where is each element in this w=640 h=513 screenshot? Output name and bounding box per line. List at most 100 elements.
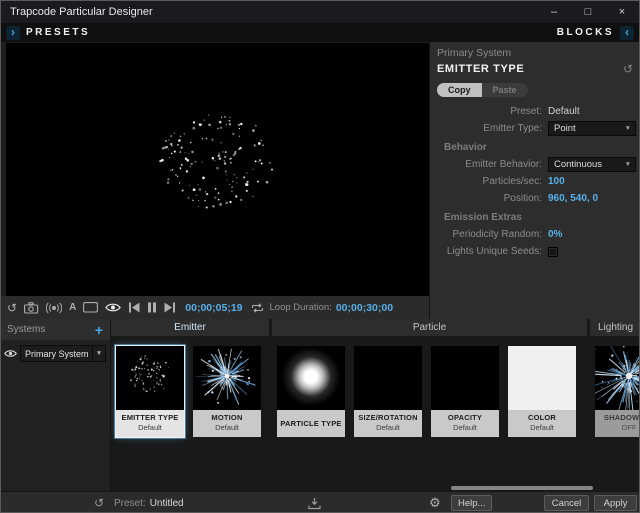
block-color-thumbnail xyxy=(508,346,576,410)
settings-button[interactable]: ⚙ xyxy=(429,492,441,513)
block-emitter-type-thumbnail xyxy=(116,346,184,410)
current-timecode[interactable]: 00;00;05;19 xyxy=(185,302,242,314)
chevron-down-icon: ▼ xyxy=(621,125,635,132)
block-size-rotation[interactable]: SIZE/ROTATION Default xyxy=(354,346,422,437)
block-shadowlet-thumbnail xyxy=(595,346,640,410)
block-emitter-type[interactable]: EMITTER TYPE Default xyxy=(116,346,184,437)
maximize-icon: □ xyxy=(585,6,592,18)
emitter-type-dropdown[interactable]: Point ▼ xyxy=(548,121,636,136)
copy-button[interactable]: Copy xyxy=(437,83,482,97)
block-title: COLOR xyxy=(508,413,576,422)
prev-frame-button[interactable] xyxy=(128,302,140,313)
blocks-label: BLOCKS xyxy=(557,27,614,38)
emitter-behavior-value: Continuous xyxy=(554,159,602,170)
inspector-panel: Primary System EMITTER TYPE ↺ Copy Paste… xyxy=(429,42,640,319)
block-motion[interactable]: MOTION Default xyxy=(193,346,261,437)
block-subtitle: Default xyxy=(116,423,184,432)
group-label-emitter: Emitter xyxy=(174,322,206,333)
window-title: Trapcode Particular Designer xyxy=(10,6,153,18)
add-system-button[interactable]: + xyxy=(95,323,103,337)
paste-button[interactable]: Paste xyxy=(482,83,528,97)
next-frame-button[interactable] xyxy=(164,302,176,313)
emitter-behavior-dropdown[interactable]: Continuous ▼ xyxy=(548,157,636,172)
periodicity-random-value[interactable]: 0% xyxy=(548,229,562,240)
visibility-button[interactable] xyxy=(105,302,121,313)
save-preset-button[interactable] xyxy=(307,492,322,513)
apply-button[interactable]: Apply xyxy=(594,495,637,511)
position-label: Position: xyxy=(430,193,548,204)
block-subtitle: Default xyxy=(193,423,261,432)
refresh-button[interactable]: ↺ xyxy=(7,302,17,314)
loop-toggle-button[interactable] xyxy=(250,302,265,314)
loop-duration-value[interactable]: 00;00;30;00 xyxy=(336,302,393,314)
blocks-button[interactable]: BLOCKS ‹ xyxy=(557,26,634,40)
app-window: Trapcode Particular Designer – □ × › PRE… xyxy=(0,0,640,513)
block-color[interactable]: COLOR Default xyxy=(508,346,576,437)
chevron-left-icon: ‹ xyxy=(620,26,634,40)
pause-icon xyxy=(147,302,157,313)
footer-preset-value[interactable]: Untitled xyxy=(150,498,184,509)
playback-toolbar: ↺ A 00;00;05;19 Loop Duration: 00;00;30;… xyxy=(1,296,429,319)
cancel-button[interactable]: Cancel xyxy=(544,495,589,511)
preset-name: Preset: Untitled xyxy=(114,492,184,513)
presets-label: PRESETS xyxy=(26,27,90,38)
block-particle-type[interactable]: PARTICLE TYPE xyxy=(277,346,345,437)
emission-extras-section-header: Emission Extras xyxy=(444,212,640,223)
chevron-down-icon: ▼ xyxy=(621,161,635,168)
block-label: COLOR Default xyxy=(508,410,576,437)
lights-unique-seeds-label: Lights Unique Seeds: xyxy=(430,246,548,257)
systems-title: Systems xyxy=(7,324,45,335)
loop-duration-label: Loop Duration: xyxy=(270,302,332,313)
block-group-lighting: Lighting SHADOWLET OFF xyxy=(590,319,640,491)
systems-panel: Systems + Primary System ▼ xyxy=(1,319,111,491)
help-button[interactable]: Help... xyxy=(451,495,492,511)
system-select-dropdown[interactable]: Primary System ▼ xyxy=(20,345,106,362)
footer-bar: ↺ Preset: Untitled ⚙ Help... Cancel Appl… xyxy=(1,491,640,513)
group-header-lighting[interactable]: Lighting xyxy=(590,319,640,336)
copy-paste-segment: Copy Paste xyxy=(437,83,528,97)
emitter-type-label: Emitter Type: xyxy=(430,123,548,134)
display-button[interactable] xyxy=(83,302,98,313)
block-shadowlet[interactable]: SHADOWLET OFF xyxy=(595,346,640,437)
minimize-icon: – xyxy=(551,6,557,18)
maximize-button[interactable]: □ xyxy=(571,1,605,23)
footer-preset-label: Preset: xyxy=(114,498,146,509)
particles-sec-value[interactable]: 100 xyxy=(548,176,565,187)
close-icon: × xyxy=(619,6,625,18)
minimize-button[interactable]: – xyxy=(537,1,571,23)
loop-icon xyxy=(250,302,265,314)
refresh-icon: ↺ xyxy=(7,302,17,314)
window-controls: – □ × xyxy=(537,1,639,23)
preset-label: Preset: xyxy=(430,106,548,117)
system-visibility-toggle[interactable] xyxy=(4,349,17,358)
reset-preset-button[interactable]: ↺ xyxy=(94,492,104,513)
action-safe-button[interactable]: A xyxy=(69,302,76,313)
block-title: SHADOWLET xyxy=(595,413,640,422)
presets-button[interactable]: › PRESETS xyxy=(6,26,90,40)
reset-block-button[interactable]: ↺ xyxy=(623,62,633,76)
block-label: MOTION Default xyxy=(193,410,261,437)
camera-icon xyxy=(24,302,39,314)
close-button[interactable]: × xyxy=(605,1,639,23)
group-header-emitter[interactable]: Emitter xyxy=(111,319,269,336)
chevron-right-icon: › xyxy=(6,26,20,40)
preset-value[interactable]: Default xyxy=(548,106,580,117)
block-size-rotation-thumbnail xyxy=(354,346,422,410)
group-header-particle[interactable]: Particle xyxy=(272,319,587,336)
horizontal-scrollbar[interactable] xyxy=(451,486,593,490)
pause-button[interactable] xyxy=(147,302,157,313)
motion-blur-button[interactable] xyxy=(46,302,62,314)
block-title: EMITTER TYPE xyxy=(116,413,184,422)
emitter-behavior-label: Emitter Behavior: xyxy=(430,159,548,170)
preview-viewport[interactable] xyxy=(6,43,429,296)
block-label: OPACITY Default xyxy=(431,410,499,437)
block-subtitle: Default xyxy=(508,423,576,432)
block-label: SHADOWLET OFF xyxy=(595,410,640,437)
block-title: SIZE/ROTATION xyxy=(354,413,422,422)
snapshot-button[interactable] xyxy=(24,302,39,314)
position-value[interactable]: 960, 540, 0 xyxy=(548,193,598,204)
chevron-down-icon: ▼ xyxy=(92,346,105,361)
lights-unique-seeds-checkbox[interactable] xyxy=(548,247,558,257)
eye-icon xyxy=(4,349,17,358)
block-opacity[interactable]: OPACITY Default xyxy=(431,346,499,437)
